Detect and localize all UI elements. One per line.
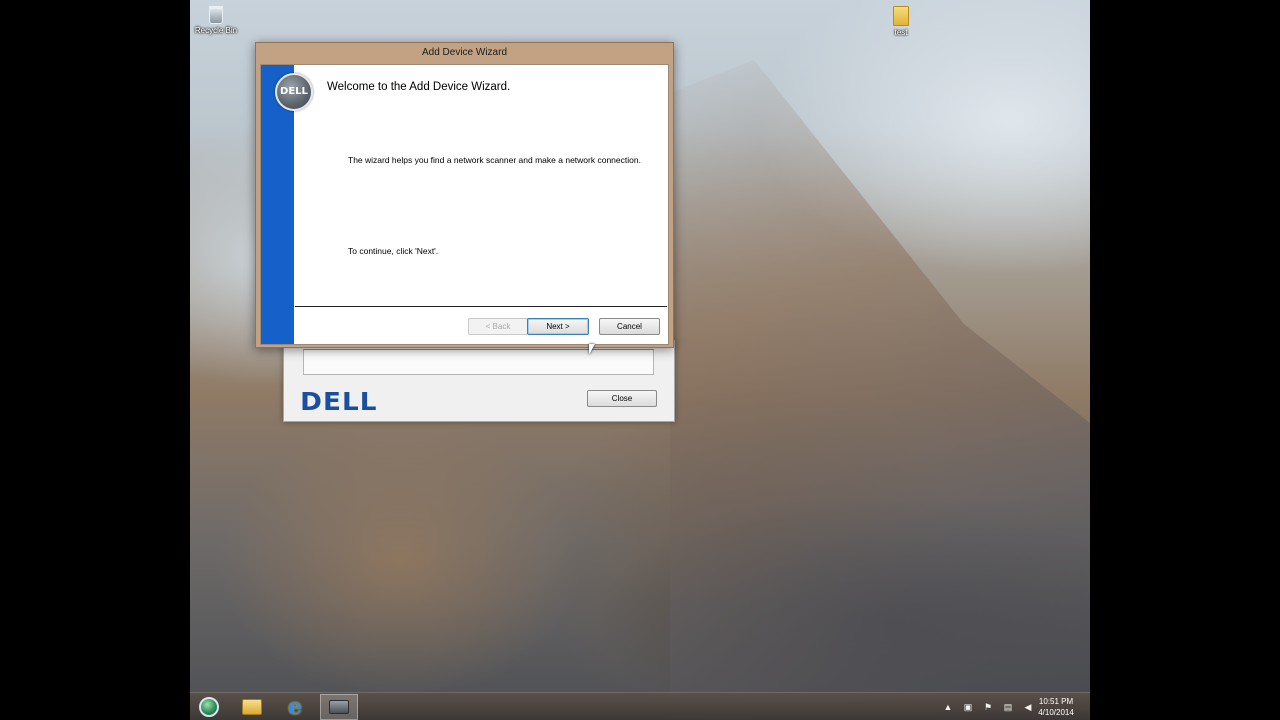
desktop-screen: Recycle Bin test DELL Close Add Device W…	[190, 0, 1090, 720]
desktop-icon-label: Recycle Bin	[194, 26, 238, 35]
desktop-icon-recycle-bin[interactable]: Recycle Bin	[190, 6, 246, 35]
globe-icon	[199, 697, 219, 717]
flag-icon[interactable]: ⚑	[982, 702, 994, 713]
show-hidden-icon[interactable]: ▲	[942, 702, 954, 712]
wizard-continue-text: To continue, click 'Next'.	[348, 246, 439, 256]
wizard-description: The wizard helps you find a network scan…	[348, 155, 641, 165]
clock[interactable]: 10:51 PM 4/10/2014	[1028, 696, 1084, 718]
desktop-icon-test-folder[interactable]: test	[871, 6, 931, 37]
dell-badge-icon: DELL	[275, 73, 313, 111]
notification-area: ▲ ▣ ⚑ ▤ ◀	[942, 693, 1042, 720]
clock-date: 4/10/2014	[1038, 708, 1074, 717]
close-button[interactable]: Close	[587, 390, 657, 407]
wizard-content: DELL Welcome to the Add Device Wizard. T…	[260, 64, 669, 345]
recycle-bin-icon	[209, 6, 223, 24]
mouse-pointer-icon	[589, 344, 595, 355]
cancel-button[interactable]: Cancel	[599, 318, 660, 335]
dell-logo: DELL	[300, 387, 378, 416]
taskbar-internet-explorer[interactable]: e	[276, 694, 314, 720]
divider	[295, 306, 667, 307]
dialog-title[interactable]: Add Device Wizard	[256, 43, 673, 64]
back-button[interactable]: < Back	[468, 318, 528, 335]
taskbar-file-explorer[interactable]	[233, 694, 271, 720]
folder-icon	[893, 6, 909, 26]
taskbar: e ▲ ▣ ⚑ ▤ ◀ 10:51 PM 4/10/2014	[190, 692, 1090, 720]
folder-icon	[242, 699, 262, 715]
scanner-icon	[329, 700, 349, 714]
dell-scan-window: DELL Close	[283, 340, 675, 422]
wallpaper-rock	[670, 60, 1090, 720]
add-device-wizard-dialog: Add Device Wizard DELL Welcome to the Ad…	[255, 42, 674, 348]
clock-time: 10:51 PM	[1038, 697, 1074, 706]
taskbar-start[interactable]	[190, 694, 228, 720]
desktop-icon-label: test	[894, 28, 908, 37]
scanner-list[interactable]	[303, 349, 654, 375]
next-button[interactable]: Next >	[527, 318, 589, 335]
ie-icon: e	[288, 694, 302, 720]
wizard-heading: Welcome to the Add Device Wizard.	[327, 81, 511, 93]
taskbar-scanner-app[interactable]	[320, 694, 358, 720]
network-device-icon[interactable]: ▣	[962, 702, 974, 713]
network-icon[interactable]: ▤	[1002, 702, 1014, 713]
